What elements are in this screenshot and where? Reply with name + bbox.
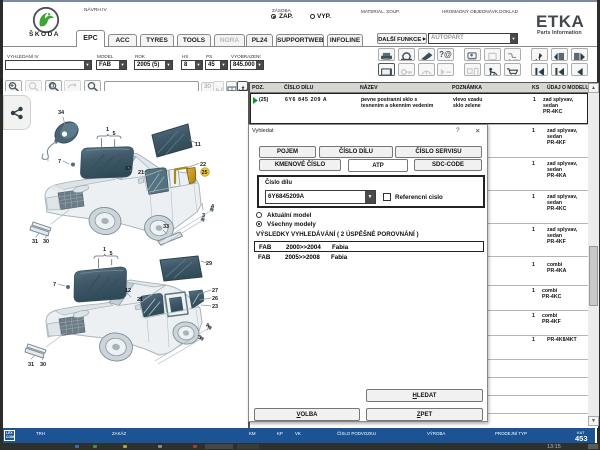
svg-text:29: 29	[206, 261, 212, 267]
svg-text:3: 3	[202, 213, 205, 219]
svg-text:7: 7	[58, 159, 61, 165]
svg-text:12: 12	[125, 288, 131, 294]
svg-text:27: 27	[212, 288, 218, 294]
svg-text:5: 5	[110, 251, 113, 257]
svg-text:7: 7	[53, 282, 56, 288]
svg-text:3: 3	[198, 335, 201, 341]
svg-text:21: 21	[137, 297, 143, 303]
svg-text:11: 11	[195, 142, 201, 148]
svg-text:26: 26	[212, 296, 218, 302]
svg-text:30: 30	[40, 362, 46, 368]
svg-text:23: 23	[212, 304, 218, 310]
svg-text:21: 21	[138, 170, 144, 176]
svg-text:25: 25	[202, 170, 208, 176]
svg-text:4: 4	[211, 204, 215, 210]
svg-text:32: 32	[125, 166, 131, 172]
svg-text:1: 1	[103, 247, 106, 253]
svg-text:33: 33	[163, 224, 169, 230]
svg-text:1: 1	[106, 127, 109, 133]
svg-text:34: 34	[58, 110, 65, 116]
svg-text:31: 31	[32, 239, 38, 245]
svg-text:31: 31	[28, 362, 34, 368]
svg-text:22: 22	[200, 162, 206, 168]
svg-text:30: 30	[43, 239, 49, 245]
svg-text:5: 5	[113, 131, 116, 137]
